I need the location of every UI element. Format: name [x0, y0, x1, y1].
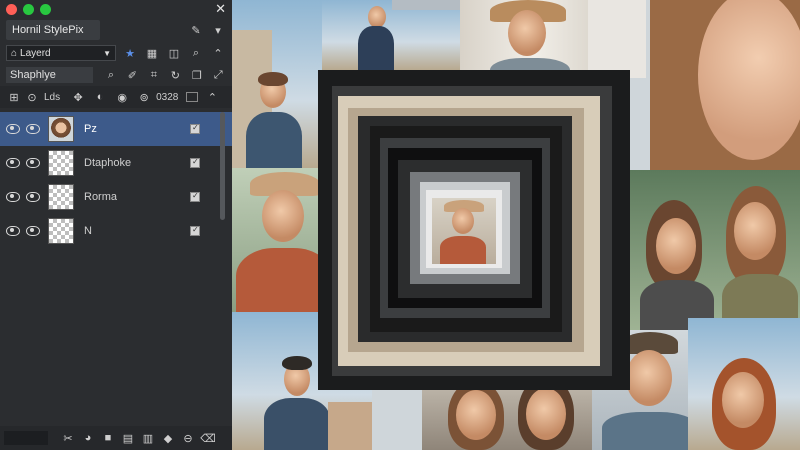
clone-icon[interactable]: ⊚: [136, 89, 152, 105]
visibility-eye-icon[interactable]: [6, 124, 20, 134]
layer-mode-dropdown[interactable]: ⌂ Layerd ▼: [6, 45, 116, 61]
layer-thumbnail: [48, 116, 74, 142]
layer-name: Rorma: [84, 191, 118, 203]
layer-mode-icon: ⌂: [11, 47, 18, 59]
dropdown-chevron-icon[interactable]: ▾: [210, 22, 226, 38]
star-icon[interactable]: ★: [122, 45, 138, 61]
photo-two-women: [630, 170, 800, 330]
opacity-field[interactable]: [4, 431, 48, 445]
trash-icon[interactable]: ⌫: [200, 430, 216, 446]
link-eye-icon[interactable]: [26, 192, 40, 202]
panel-bottom-toolbar: ✂ ◕ ■ ▤ ▥ ◆ ⊖ ⌫: [0, 426, 232, 450]
layer-mode-row: ⌂ Layerd ▼ ★ ▦ ◫ ⌕ ⌃: [0, 42, 232, 64]
layer-row[interactable]: Pz: [0, 112, 232, 146]
layer-row[interactable]: Rorma: [0, 180, 232, 214]
layers-panel: ✕ Hornil StylePix ✎ ▾ ⌂ Layerd ▼ ★ ▦ ◫ ⌕…: [0, 0, 232, 450]
layers-icon[interactable]: ▤: [120, 430, 136, 446]
link-eye-icon[interactable]: [26, 158, 40, 168]
view-icon[interactable]: ◫: [166, 45, 182, 61]
layer-search-field[interactable]: Shaphlye: [6, 67, 94, 83]
crop-icon[interactable]: ⌗: [146, 67, 161, 83]
adjust-icon[interactable]: ◐: [92, 89, 108, 105]
rotate-icon[interactable]: ↻: [168, 67, 183, 83]
zoom-icon[interactable]: ⊙: [24, 89, 40, 105]
visibility-eye-icon[interactable]: [6, 192, 20, 202]
delete-icon[interactable]: ■: [100, 430, 116, 446]
layer-name: Dtaphoke: [84, 157, 132, 169]
copy-icon[interactable]: ❐: [189, 67, 204, 83]
layer-name: Pz: [84, 123, 97, 135]
layer-name: N: [84, 225, 92, 237]
link-eye-icon[interactable]: [26, 124, 40, 134]
photo-woman-hat: [460, 0, 646, 78]
layer-thumbnail: [48, 150, 74, 176]
search-icon[interactable]: ⌕: [103, 67, 118, 83]
chevron-up-icon[interactable]: ⌃: [204, 89, 220, 105]
layer-checkbox[interactable]: [190, 157, 200, 168]
photo-man-sky: [322, 0, 464, 70]
photo-man-hat: [232, 168, 332, 313]
image-canvas[interactable]: [232, 0, 800, 450]
photo-woman-redhair: [688, 318, 800, 450]
chevron-up-icon[interactable]: ⌃: [210, 45, 226, 61]
layer-checkbox[interactable]: [190, 123, 200, 134]
search-icon[interactable]: ⌕: [188, 45, 204, 61]
visibility-eye-icon[interactable]: [6, 158, 20, 168]
layer-row[interactable]: N: [0, 214, 232, 248]
grid-icon[interactable]: ▦: [144, 45, 160, 61]
close-window-dot[interactable]: [6, 3, 17, 15]
zoom-value[interactable]: 0328: [156, 92, 178, 103]
layer-row[interactable]: Dtaphoke: [0, 146, 232, 180]
scissors-icon[interactable]: ✂: [60, 430, 76, 446]
visibility-eye-icon[interactable]: [6, 226, 20, 236]
photo-strip-top: [392, 0, 460, 10]
search-row: Shaphlye ⌕ ✐ ⌗ ↻ ❐ ⤢: [0, 64, 232, 86]
expand-icon[interactable]: ⤢: [211, 67, 226, 83]
layer-thumbnail: [48, 184, 74, 210]
paint-icon[interactable]: ◉: [114, 89, 130, 105]
window-titlebar: ✕: [0, 0, 232, 18]
app-title: Hornil StylePix: [6, 20, 100, 40]
app-title-row: Hornil StylePix ✎ ▾: [0, 18, 232, 42]
layer-checkbox[interactable]: [190, 225, 200, 236]
link-eye-icon[interactable]: [26, 226, 40, 236]
photo-woman-closeup: [650, 0, 800, 175]
tools-label: Lds: [44, 91, 61, 103]
layer-checkbox[interactable]: [190, 191, 200, 202]
photo-man-camera: [232, 0, 322, 168]
minimize-window-dot[interactable]: [23, 3, 34, 15]
maximize-window-dot[interactable]: [40, 3, 51, 15]
brush-icon[interactable]: ✐: [125, 67, 140, 83]
chevron-down-icon: ▼: [103, 48, 111, 58]
mask-icon[interactable]: ◕: [80, 430, 96, 446]
close-icon[interactable]: ✕: [215, 1, 226, 17]
layer-mode-value: Layerd: [20, 47, 51, 59]
fill-icon[interactable]: ◆: [160, 430, 176, 446]
minus-icon[interactable]: ⊖: [180, 430, 196, 446]
layer-list-scrollbar[interactable]: [220, 112, 225, 220]
layer-thumbnail: [48, 218, 74, 244]
pin-icon[interactable]: ✎: [188, 22, 204, 38]
stacked-frames: [318, 70, 630, 390]
stamp-icon[interactable]: [186, 92, 199, 102]
tools-row: ⊞ ⊙ Lds ✥ ◐ ◉ ⊚ 0328 ⌃: [0, 86, 232, 108]
move-icon[interactable]: ✥: [70, 89, 86, 105]
stack-icon[interactable]: ▥: [140, 430, 156, 446]
select-icon[interactable]: ⊞: [6, 89, 22, 105]
layer-list: Pz Dtaphoke Rorma N: [0, 112, 232, 248]
